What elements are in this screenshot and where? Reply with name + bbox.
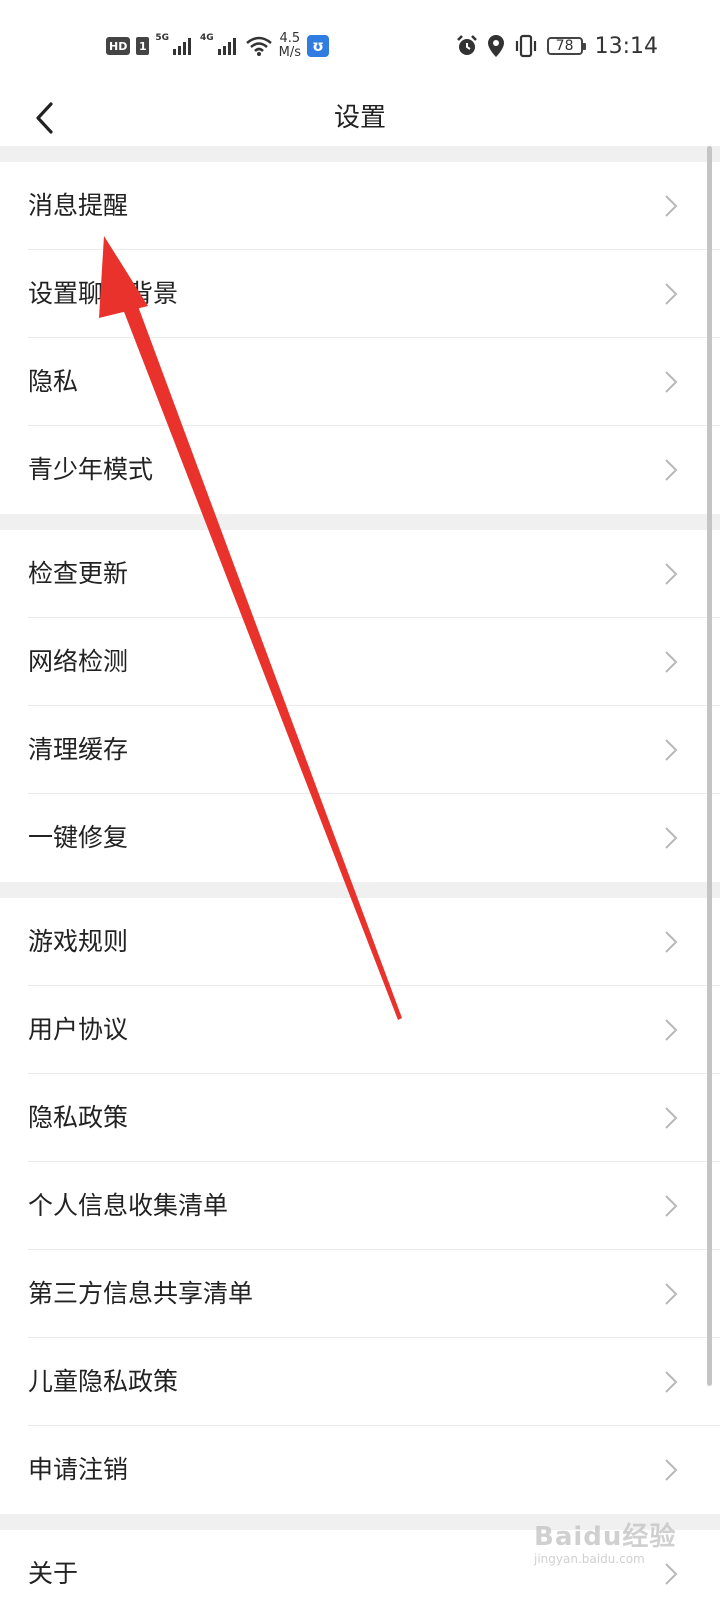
chevron-right-icon — [665, 739, 678, 761]
settings-row-label: 用户协议 — [28, 1015, 129, 1044]
settings-row-label: 清理缓存 — [28, 735, 129, 764]
status-bar-right: 78 13:14 — [455, 30, 658, 62]
location-icon — [487, 35, 504, 57]
status-bar: HD 1 5G 4G 4.5 M/s ʊ 78 13:14 — [0, 0, 720, 90]
settings-list: 消息提醒设置聊天背景 隐私青少年模式检查更新网络检测清理缓存一键修复游戏规则用户协… — [0, 146, 720, 1618]
chevron-right-icon — [665, 1459, 678, 1481]
settings-row[interactable]: 消息提醒 — [0, 162, 720, 250]
settings-row[interactable]: 用户协议 — [0, 986, 720, 1074]
settings-row-label: 隐私 — [28, 367, 79, 396]
settings-row[interactable]: 申请注销 — [0, 1426, 720, 1514]
chevron-right-icon — [665, 195, 678, 217]
scrollbar[interactable] — [707, 146, 712, 1386]
settings-row-label: 网络检测 — [28, 647, 129, 676]
settings-row[interactable]: 设置聊天背景 — [0, 250, 720, 338]
chevron-right-icon — [665, 1563, 678, 1585]
chevron-right-icon — [665, 1107, 678, 1129]
group-separator — [0, 1514, 720, 1530]
clock: 13:14 — [594, 33, 658, 59]
network-speed-value: 4.5 — [279, 31, 301, 46]
page-title: 设置 — [333, 103, 386, 133]
vibrate-icon — [515, 34, 536, 58]
group-separator — [0, 882, 720, 898]
chevron-right-icon — [665, 563, 678, 585]
network-4g-label: 4G — [200, 33, 214, 43]
network-5g-label: 5G — [155, 33, 169, 43]
status-bar-left: HD 1 5G 4G 4.5 M/s ʊ — [106, 30, 330, 62]
settings-row[interactable]: 网络检测 — [0, 618, 720, 706]
settings-row[interactable]: 一键修复 — [0, 794, 720, 882]
group-separator — [0, 146, 720, 162]
signal-icon — [217, 38, 236, 55]
settings-row[interactable]: 检查更新 — [0, 530, 720, 618]
wifi-icon — [245, 36, 272, 56]
settings-row-label: 一键修复 — [28, 823, 129, 852]
signal-icon — [173, 38, 191, 55]
settings-row-label: 隐私政策 — [28, 1103, 129, 1132]
settings-row-label: 关于 — [28, 1559, 79, 1588]
settings-row-label: 申请注销 — [28, 1455, 129, 1484]
settings-row[interactable]: 青少年模式 — [0, 426, 720, 514]
sim-badge: 1 — [136, 37, 150, 55]
settings-row-label: 个人信息收集清单 — [28, 1191, 229, 1220]
chevron-right-icon — [665, 931, 678, 953]
settings-row[interactable]: 关于 — [0, 1530, 720, 1618]
settings-row[interactable]: 儿童隐私政策 — [0, 1338, 720, 1426]
network-speed: 4.5 M/s — [279, 32, 301, 60]
chevron-right-icon — [665, 651, 678, 673]
settings-row[interactable]: 个人信息收集清单 — [0, 1162, 720, 1250]
settings-row-label: 游戏规则 — [28, 927, 129, 956]
settings-row[interactable]: 隐私政策 — [0, 1074, 720, 1162]
settings-row-label: 儿童隐私政策 — [28, 1367, 179, 1396]
chevron-right-icon — [665, 1283, 678, 1305]
chevron-right-icon — [665, 371, 678, 393]
settings-row-label: 消息提醒 — [28, 191, 129, 220]
settings-row[interactable]: 第三方信息共享清单 — [0, 1250, 720, 1338]
group-separator — [0, 514, 720, 530]
chevron-right-icon — [665, 459, 678, 481]
settings-row[interactable]: 隐私 — [0, 338, 720, 426]
settings-row[interactable]: 清理缓存 — [0, 706, 720, 794]
chevron-right-icon — [665, 1195, 678, 1217]
chevron-right-icon — [665, 827, 678, 849]
network-speed-unit: M/s — [278, 45, 302, 60]
chevron-right-icon — [665, 283, 678, 305]
settings-row-label: 设置聊天背景 — [28, 279, 179, 308]
app-notification-icon: ʊ — [307, 35, 330, 57]
battery-indicator: 78 — [546, 37, 586, 55]
chevron-right-icon — [665, 1371, 678, 1393]
settings-row[interactable]: 游戏规则 — [0, 898, 720, 986]
chevron-right-icon — [665, 1019, 678, 1041]
alarm-icon — [456, 35, 477, 55]
settings-row-label: 第三方信息共享清单 — [28, 1279, 254, 1308]
settings-row-label: 检查更新 — [28, 559, 129, 588]
settings-row-label: 青少年模式 — [28, 455, 154, 484]
hd-badge: HD — [106, 37, 131, 55]
navigation-bar: 设置 — [0, 90, 720, 146]
